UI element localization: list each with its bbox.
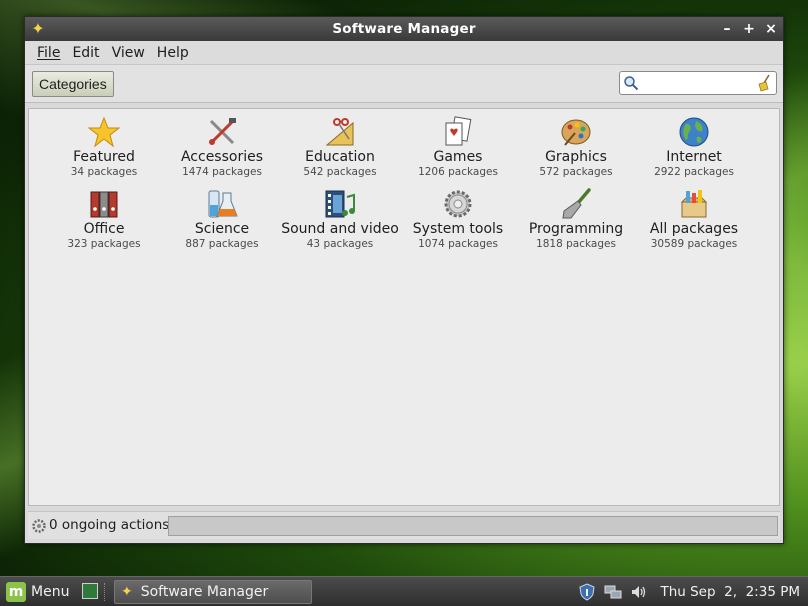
category-count: 1818 packages xyxy=(536,238,616,250)
category-name: Featured xyxy=(73,149,135,165)
category-name: Science xyxy=(194,221,250,237)
actions-gear-icon xyxy=(32,519,46,533)
categories-button[interactable]: Categories xyxy=(32,71,114,97)
category-featured[interactable]: Featured 34 packages xyxy=(45,115,163,187)
app-star-icon: ✦ xyxy=(31,19,45,38)
system-tray: Thu Sep 2, 2:35 PM xyxy=(578,581,808,603)
box-icon xyxy=(680,190,708,218)
binders-icon xyxy=(90,191,118,218)
category-count: 887 packages xyxy=(185,238,259,250)
category-name: Internet xyxy=(666,149,722,165)
ongoing-actions-label: 0 ongoing actions xyxy=(49,517,170,533)
category-accessories[interactable]: Accessories 1474 packages xyxy=(163,115,281,187)
category-count: 542 packages xyxy=(303,166,377,178)
category-name: Office xyxy=(83,221,125,237)
title-bar[interactable]: ✦ Software Manager – + × xyxy=(25,17,783,41)
menu-label: Menu xyxy=(31,584,70,600)
close-button[interactable]: × xyxy=(763,19,779,39)
category-graphics[interactable]: Graphics 572 packages xyxy=(517,115,635,187)
category-count: 1474 packages xyxy=(182,166,262,178)
flask-icon xyxy=(208,190,238,218)
cards-icon xyxy=(445,116,472,146)
category-name: All packages xyxy=(649,221,739,237)
category-count: 2922 packages xyxy=(654,166,734,178)
gear-icon xyxy=(444,190,472,218)
tools-icon xyxy=(209,118,236,145)
clock[interactable]: Thu Sep 2, 2:35 PM xyxy=(660,584,800,600)
category-name: Education xyxy=(305,149,375,165)
menu-file[interactable]: File xyxy=(31,45,66,61)
category-count: 1074 packages xyxy=(418,238,498,250)
status-bar: 0 ongoing actions xyxy=(28,511,780,539)
toolbar: Categories xyxy=(25,65,783,103)
category-sound-and-video[interactable]: Sound and video 43 packages xyxy=(281,187,399,259)
window-controls: – + × xyxy=(719,19,779,39)
taskbar-window-label: Software Manager xyxy=(140,584,269,600)
category-name: System tools xyxy=(412,221,504,237)
category-all-packages[interactable]: All packages 30589 packages xyxy=(635,187,753,259)
menu-view[interactable]: View xyxy=(106,45,151,61)
media-icon xyxy=(325,190,355,218)
start-menu-button[interactable]: m Menu xyxy=(6,580,69,604)
software-manager-window: ✦ Software Manager – + × File Edit View … xyxy=(24,16,784,544)
category-system-tools[interactable]: System tools 1074 packages xyxy=(399,187,517,259)
category-grid: Featured 34 packages Accessories 1474 pa… xyxy=(45,115,753,259)
globe-icon xyxy=(679,117,709,147)
menu-help[interactable]: Help xyxy=(151,45,195,61)
category-count: 572 packages xyxy=(539,166,613,178)
category-programming[interactable]: Programming 1818 packages xyxy=(517,187,635,259)
minimize-button[interactable]: – xyxy=(719,19,735,39)
mint-logo-icon: m xyxy=(6,582,26,602)
taskbar-separator xyxy=(104,583,106,601)
maximize-button[interactable]: + xyxy=(741,19,757,39)
category-count: 34 packages xyxy=(70,166,138,178)
category-panel: Featured 34 packages Accessories 1474 pa… xyxy=(28,108,780,506)
progress-bar xyxy=(168,516,778,536)
category-count: 1206 packages xyxy=(418,166,498,178)
category-games[interactable]: Games 1206 packages xyxy=(399,115,517,187)
ruler-icon xyxy=(325,118,354,146)
search-box[interactable] xyxy=(619,71,777,95)
menu-edit[interactable]: Edit xyxy=(66,45,105,61)
category-count: 323 packages xyxy=(67,238,141,250)
star-icon xyxy=(87,116,121,148)
category-count: 43 packages xyxy=(306,238,374,250)
palette-icon xyxy=(561,119,591,146)
taskbar: m Menu ✦ Software Manager Thu Sep 2, 2:3… xyxy=(0,576,808,606)
network-icon[interactable] xyxy=(604,583,622,601)
menu-bar: File Edit View Help xyxy=(25,41,783,65)
category-name: Sound and video xyxy=(281,221,399,237)
taskbar-window-button[interactable]: ✦ Software Manager xyxy=(114,580,312,604)
category-science[interactable]: Science 887 packages xyxy=(163,187,281,259)
category-office[interactable]: Office 323 packages xyxy=(45,187,163,259)
show-desktop-icon[interactable] xyxy=(82,583,98,599)
category-name: Accessories xyxy=(180,149,264,165)
clear-search-icon[interactable] xyxy=(756,74,772,92)
app-star-icon: ✦ xyxy=(121,584,133,600)
window-title: Software Manager xyxy=(332,21,476,37)
search-input[interactable] xyxy=(642,74,752,92)
category-internet[interactable]: Internet 2922 packages xyxy=(635,115,753,187)
volume-icon[interactable] xyxy=(630,583,648,601)
category-name: Graphics xyxy=(545,149,607,165)
trowel-icon xyxy=(562,188,591,219)
category-count: 30589 packages xyxy=(650,238,738,250)
category-name: Programming xyxy=(528,221,624,237)
shield-icon[interactable] xyxy=(578,583,596,601)
category-education[interactable]: Education 542 packages xyxy=(281,115,399,187)
search-icon xyxy=(624,76,639,91)
category-name: Games xyxy=(433,149,483,165)
